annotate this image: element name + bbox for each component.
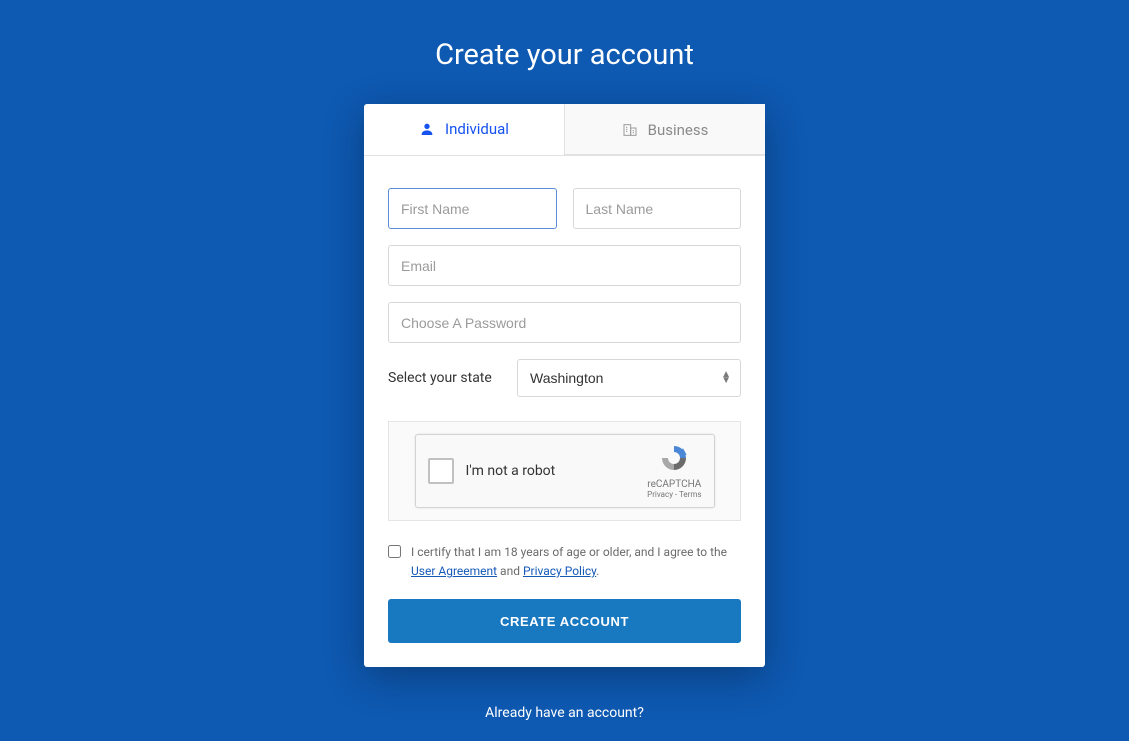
terms-checkbox[interactable] [388, 545, 401, 558]
email-input[interactable] [388, 245, 741, 286]
tab-individual[interactable]: Individual [364, 104, 564, 155]
last-name-input[interactable] [573, 188, 742, 229]
recaptcha-links[interactable]: Privacy - Terms [647, 490, 701, 499]
signup-form: Select your state Washington ▲▼ I'm not … [364, 156, 765, 667]
recaptcha-widget: I'm not a robot reCAPTCHA Privacy - Term… [415, 434, 715, 508]
building-icon [622, 122, 638, 138]
recaptcha-label: I'm not a robot [466, 463, 648, 479]
password-input[interactable] [388, 302, 741, 343]
tab-business[interactable]: Business [564, 104, 765, 155]
tab-individual-label: Individual [445, 120, 509, 138]
state-label: Select your state [388, 370, 493, 386]
page-title: Create your account [435, 38, 694, 72]
recaptcha-brand: reCAPTCHA [647, 479, 701, 490]
captcha-container: I'm not a robot reCAPTCHA Privacy - Term… [388, 421, 741, 521]
tab-business-label: Business [648, 121, 709, 139]
terms-suffix: . [596, 564, 599, 578]
terms-text: I certify that I am 18 years of age or o… [411, 543, 741, 581]
recaptcha-logo-icon [659, 443, 689, 477]
recaptcha-checkbox[interactable] [428, 458, 454, 484]
first-name-input[interactable] [388, 188, 557, 229]
account-type-tabs: Individual Business [364, 104, 765, 156]
state-select[interactable]: Washington [517, 359, 741, 397]
signup-card: Individual Business [364, 104, 765, 667]
privacy-policy-link[interactable]: Privacy Policy [523, 564, 596, 578]
terms-joiner: and [497, 564, 523, 578]
create-account-button[interactable]: Create Account [388, 599, 741, 643]
person-icon [419, 121, 435, 137]
user-agreement-link[interactable]: User Agreement [411, 564, 497, 578]
already-have-account-text: Already have an account? [485, 705, 644, 721]
terms-prefix: I certify that I am 18 years of age or o… [411, 545, 727, 559]
